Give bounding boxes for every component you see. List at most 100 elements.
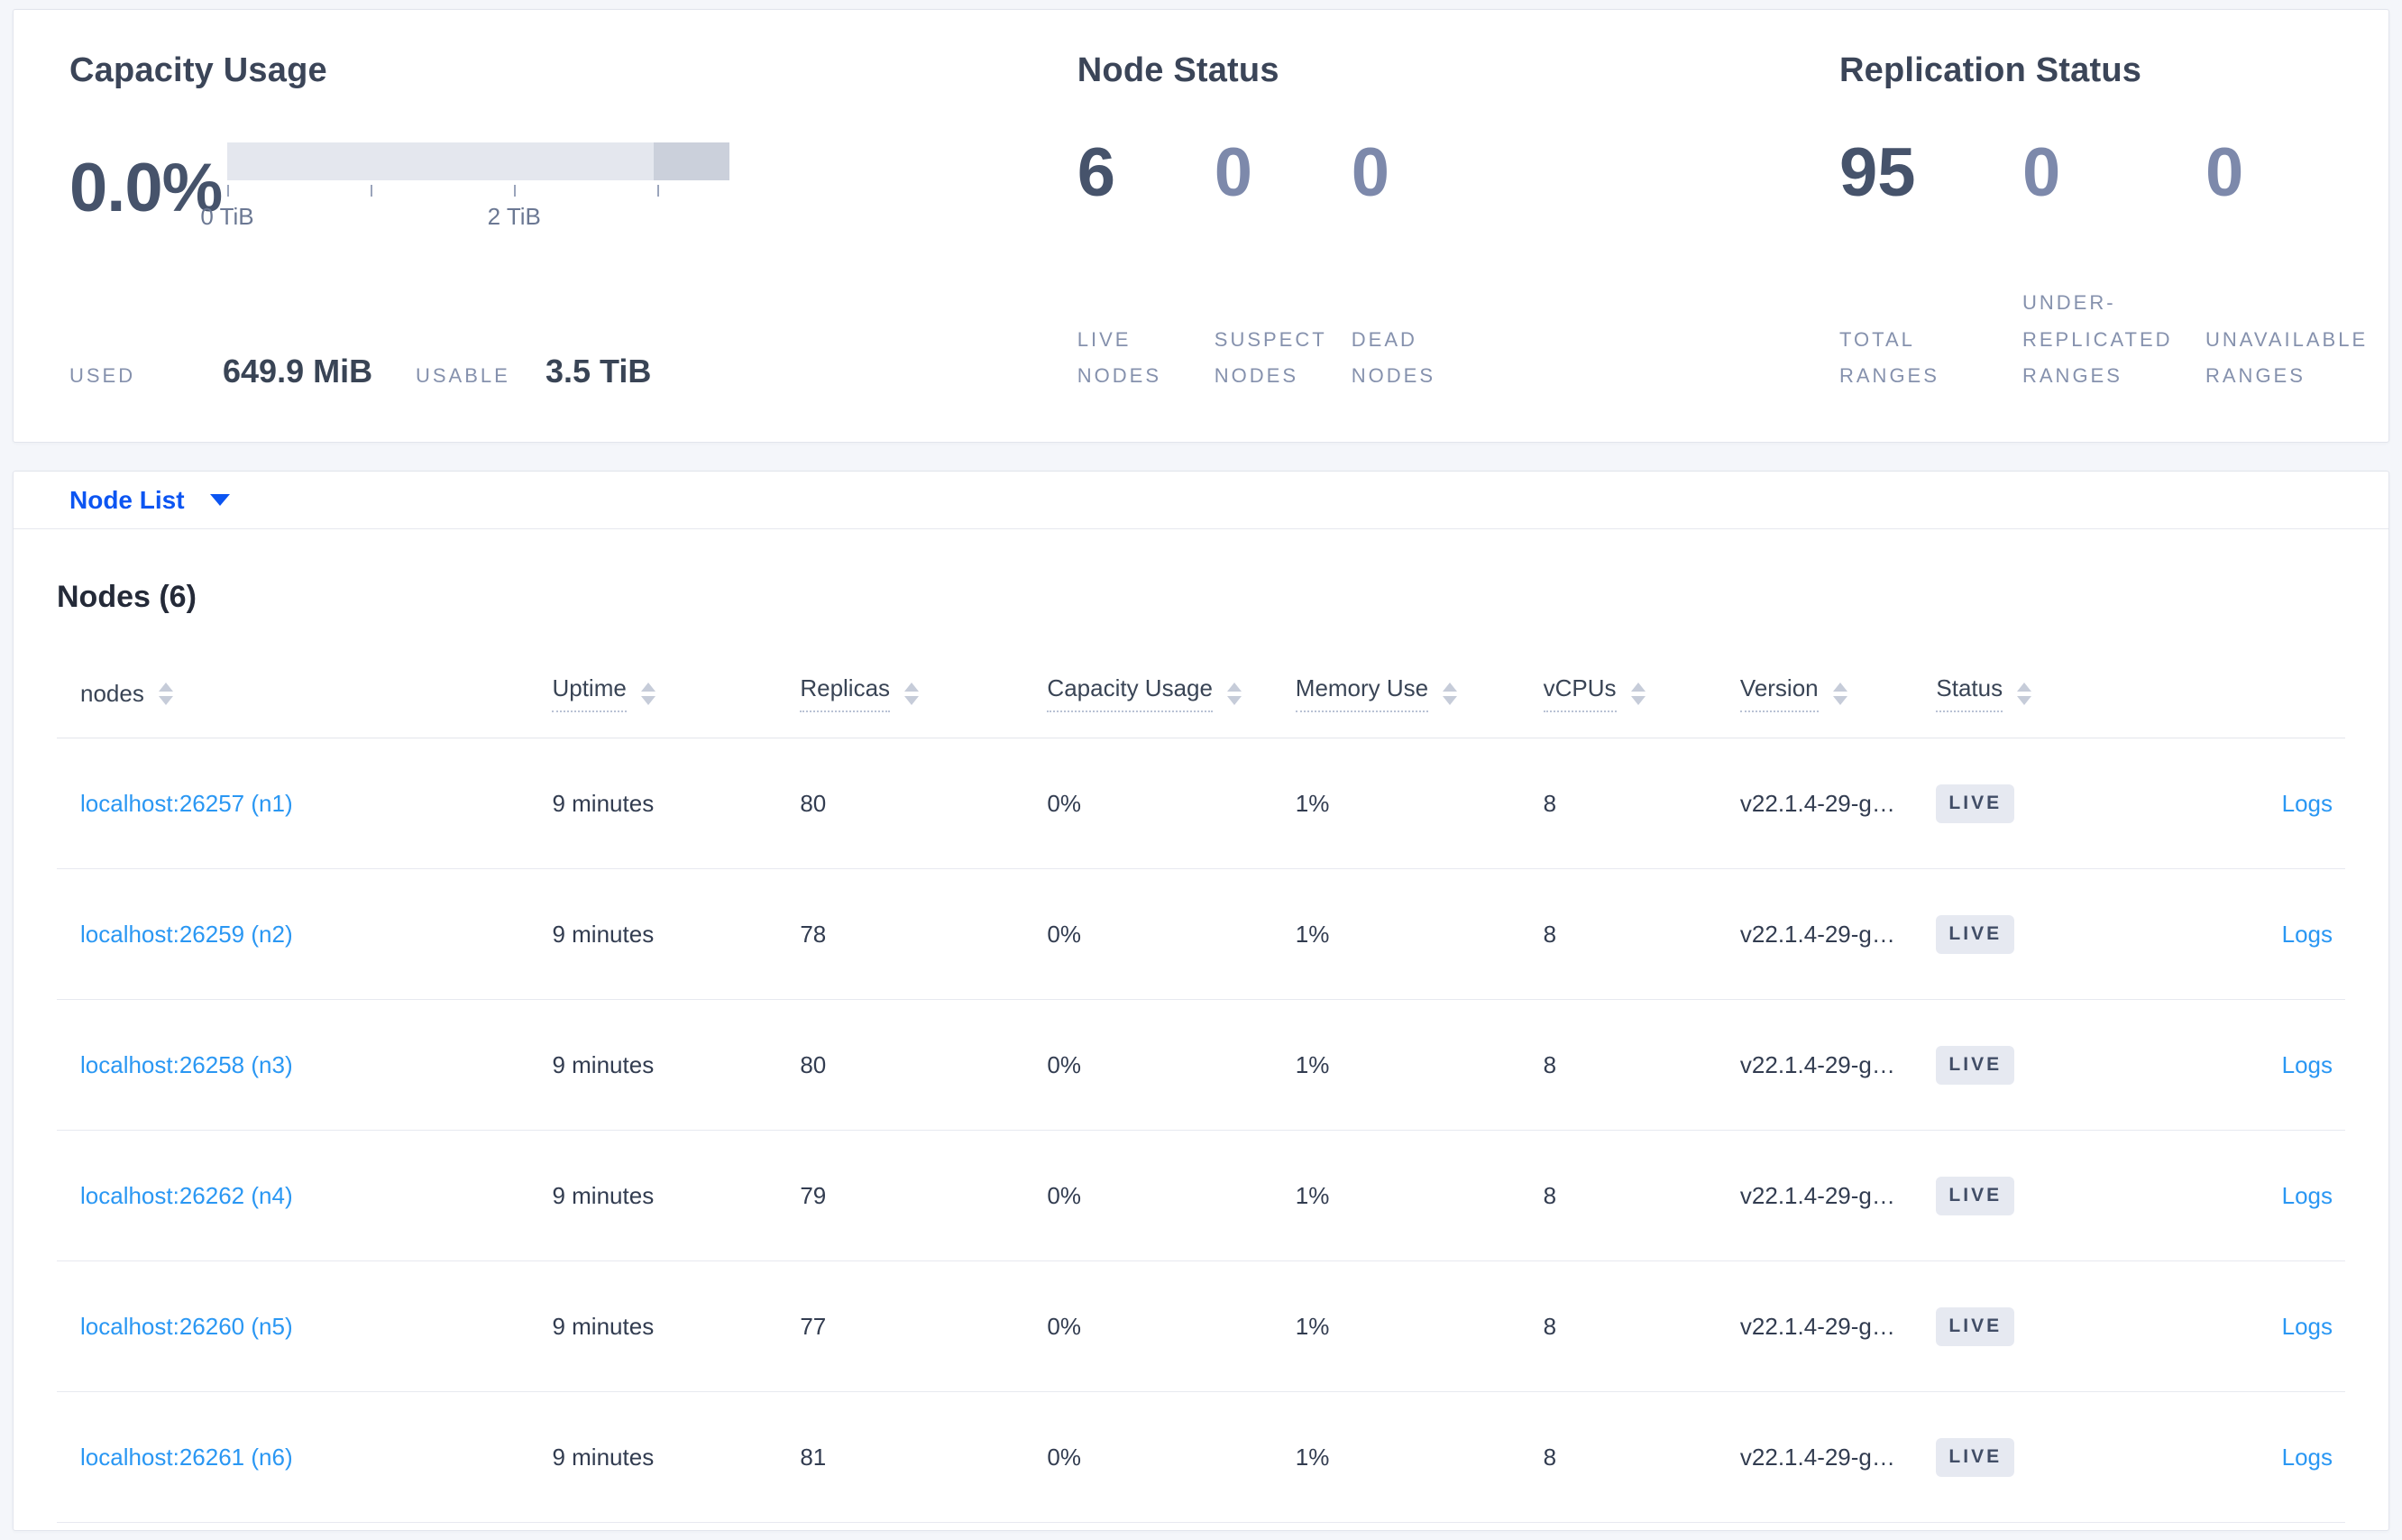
vcpus-cell: 8 xyxy=(1543,999,1740,1131)
axis-tick xyxy=(371,185,373,197)
memory-use-cell: 1% xyxy=(1295,999,1544,1131)
column-header-replicas[interactable]: Replicas xyxy=(800,674,920,712)
cluster-summary-panel: Capacity Usage 0.0% 0 TiB 2 TiB USED 649… xyxy=(13,9,2389,443)
replication-metrics: 95 TOTAL RANGES 0 UNDER-REPLICATED RANGE… xyxy=(1839,133,2388,395)
vcpus-cell: 8 xyxy=(1543,738,1740,869)
column-header-nodes[interactable]: nodes xyxy=(80,680,173,708)
unavailable-ranges-metric: 0 UNAVAILABLE RANGES xyxy=(2205,133,2388,395)
column-header-vcpus[interactable]: vCPUs xyxy=(1543,674,1646,712)
live-nodes-label: LIVE NODES xyxy=(1077,327,1162,388)
column-header-memory-use[interactable]: Memory Use xyxy=(1295,674,1458,712)
table-row: localhost:26262 (n4) 9 minutes 79 0% 1% … xyxy=(57,1130,2345,1261)
total-ranges-value: 95 xyxy=(1839,134,1916,211)
sort-icon[interactable] xyxy=(2017,682,2032,705)
suspect-nodes-value: 0 xyxy=(1214,134,1253,211)
uptime-cell: 9 minutes xyxy=(552,738,801,869)
version-cell: v22.1.4-29-g… xyxy=(1739,1260,1937,1392)
under-replicated-ranges-label: UNDER-REPLICATED RANGES xyxy=(2022,290,2173,388)
capacity-usage-cell: 0% xyxy=(1047,868,1296,1000)
vcpus-cell: 8 xyxy=(1543,1130,1740,1261)
logs-link[interactable]: Logs xyxy=(2282,921,2333,948)
node-link[interactable]: localhost:26261 (n6) xyxy=(80,1444,293,1471)
nodes-table-section: Nodes (6) nodes Uptime Replicas Capacity… xyxy=(14,529,2388,1523)
node-link[interactable]: localhost:26258 (n3) xyxy=(80,1051,293,1078)
node-link[interactable]: localhost:26257 (n1) xyxy=(80,790,293,817)
sort-icon[interactable] xyxy=(904,682,920,705)
dead-nodes-metric: 0 DEAD NODES xyxy=(1352,133,1489,395)
capacity-usage-cell: 0% xyxy=(1047,1130,1296,1261)
status-badge: LIVE xyxy=(1936,914,2015,954)
sort-icon[interactable] xyxy=(1443,682,1458,705)
capacity-stats-row: USED 649.9 MiB USABLE 3.5 TiB xyxy=(69,353,1077,395)
column-header-status[interactable]: Status xyxy=(1936,674,2032,712)
capacity-bar-track xyxy=(227,142,729,180)
vcpus-cell: 8 xyxy=(1543,1391,1740,1523)
node-status-section: Node Status 6 LIVE NODES 0 SUSPECT NODES… xyxy=(1077,51,1839,395)
logs-link[interactable]: Logs xyxy=(2282,1051,2333,1078)
sort-icon[interactable] xyxy=(1226,682,1242,705)
logs-link[interactable]: Logs xyxy=(2282,790,2333,817)
vcpus-cell: 8 xyxy=(1543,868,1740,1000)
capacity-bar-chart: 0 TiB 2 TiB xyxy=(200,142,729,234)
dead-nodes-value: 0 xyxy=(1351,134,1390,211)
status-badge: LIVE xyxy=(1936,1306,2015,1346)
memory-use-cell: 1% xyxy=(1295,738,1544,869)
used-label: USED xyxy=(69,364,136,388)
usable-label: USABLE xyxy=(416,364,510,388)
table-row: localhost:26260 (n5) 9 minutes 77 0% 1% … xyxy=(57,1260,2345,1392)
suspect-nodes-label: SUSPECT NODES xyxy=(1214,327,1327,388)
memory-use-cell: 1% xyxy=(1295,1391,1544,1523)
capacity-usage-title: Capacity Usage xyxy=(69,51,327,89)
live-nodes-metric: 6 LIVE NODES xyxy=(1077,133,1215,395)
sort-icon[interactable] xyxy=(158,682,173,705)
version-cell: v22.1.4-29-g… xyxy=(1739,738,1937,869)
table-row: localhost:26261 (n6) 9 minutes 81 0% 1% … xyxy=(57,1391,2345,1523)
capacity-usage-cell: 0% xyxy=(1047,1260,1296,1392)
uptime-cell: 9 minutes xyxy=(552,1260,801,1392)
node-link[interactable]: localhost:26262 (n4) xyxy=(80,1182,293,1209)
used-value: 649.9 MiB xyxy=(223,353,373,390)
sort-icon[interactable] xyxy=(1630,682,1646,705)
replicas-cell: 78 xyxy=(800,868,1048,1000)
axis-tick xyxy=(657,185,660,197)
node-status-title: Node Status xyxy=(1077,51,1279,89)
table-header-row: nodes Uptime Replicas Capacity Usage Mem… xyxy=(57,655,2345,738)
uptime-cell: 9 minutes xyxy=(552,1130,801,1261)
uptime-cell: 9 minutes xyxy=(552,868,801,1000)
usable-value: 3.5 TiB xyxy=(545,353,652,390)
capacity-gauge: 0.0% 0 TiB 2 TiB xyxy=(69,142,1077,234)
column-header-version[interactable]: Version xyxy=(1739,674,1847,712)
status-badge: LIVE xyxy=(1936,1437,2015,1477)
unavailable-ranges-value: 0 xyxy=(2205,134,2244,211)
node-link[interactable]: localhost:26260 (n5) xyxy=(80,1313,293,1340)
version-cell: v22.1.4-29-g… xyxy=(1739,868,1937,1000)
replication-status-title: Replication Status xyxy=(1839,51,2142,89)
axis-tick-label: 0 TiB xyxy=(200,203,254,230)
logs-link[interactable]: Logs xyxy=(2282,1444,2333,1471)
version-cell: v22.1.4-29-g… xyxy=(1739,1130,1937,1261)
table-row: localhost:26257 (n1) 9 minutes 80 0% 1% … xyxy=(57,738,2345,869)
sort-icon[interactable] xyxy=(640,682,656,705)
uptime-cell: 9 minutes xyxy=(552,999,801,1131)
memory-use-cell: 1% xyxy=(1295,1260,1544,1392)
table-row: localhost:26259 (n2) 9 minutes 78 0% 1% … xyxy=(57,868,2345,1000)
replicas-cell: 79 xyxy=(800,1130,1048,1261)
replicas-cell: 80 xyxy=(800,738,1048,869)
logs-link[interactable]: Logs xyxy=(2282,1182,2333,1209)
capacity-usage-cell: 0% xyxy=(1047,1391,1296,1523)
table-row: localhost:26258 (n3) 9 minutes 80 0% 1% … xyxy=(57,999,2345,1131)
capacity-usage-section: Capacity Usage 0.0% 0 TiB 2 TiB USED 649… xyxy=(69,51,1077,395)
node-link[interactable]: localhost:26259 (n2) xyxy=(80,921,293,948)
vcpus-cell: 8 xyxy=(1543,1260,1740,1392)
column-header-uptime[interactable]: Uptime xyxy=(552,674,656,712)
node-list-panel: Node List Nodes (6) nodes Uptime Replica… xyxy=(13,471,2389,1531)
live-nodes-value: 6 xyxy=(1077,134,1116,211)
total-ranges-label: TOTAL RANGES xyxy=(1839,327,1939,388)
node-list-dropdown[interactable]: Node List xyxy=(69,486,185,515)
replicas-cell: 81 xyxy=(800,1391,1048,1523)
node-status-metrics: 6 LIVE NODES 0 SUSPECT NODES 0 DEAD NODE… xyxy=(1077,133,1839,395)
capacity-bar-overflow-segment xyxy=(654,142,729,180)
sort-icon[interactable] xyxy=(1832,682,1847,705)
logs-link[interactable]: Logs xyxy=(2282,1313,2333,1340)
column-header-capacity-usage[interactable]: Capacity Usage xyxy=(1047,674,1242,712)
